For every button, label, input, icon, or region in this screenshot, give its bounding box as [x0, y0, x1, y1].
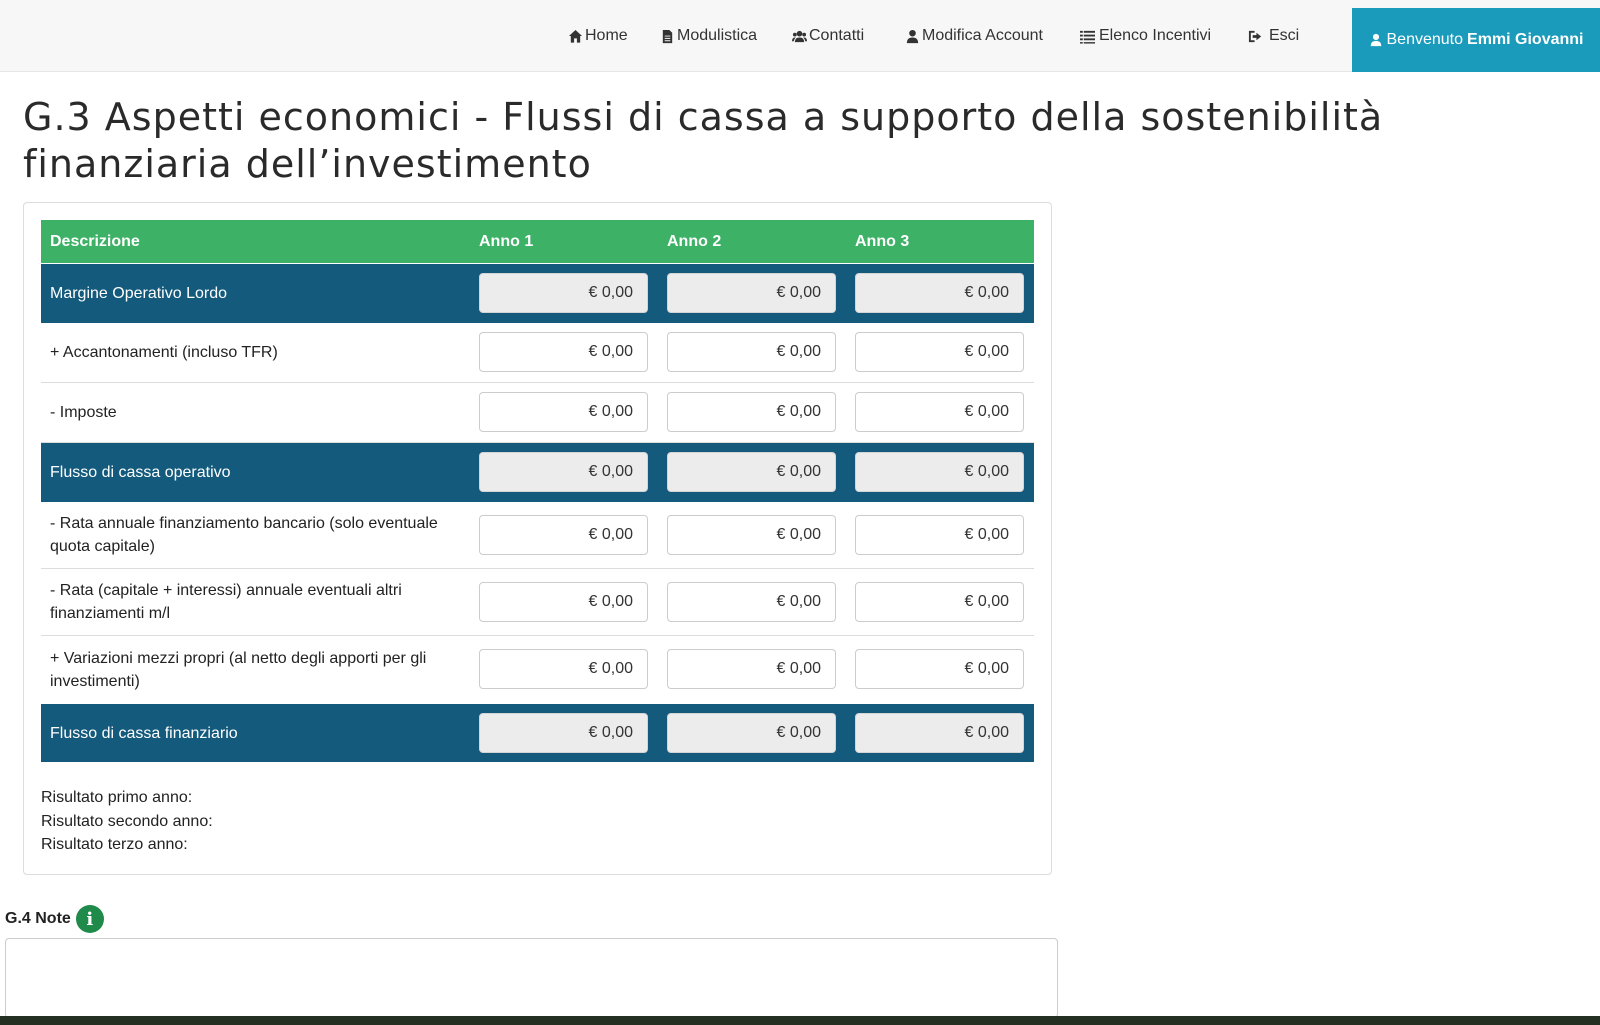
- nav-modifica-account[interactable]: Modifica Account: [905, 0, 1043, 72]
- table-row: - Rata (capitale + interessi) annuale ev…: [41, 569, 1034, 636]
- table-row: + Variazioni mezzi propri (al netto degl…: [41, 636, 1034, 703]
- amount-field-anno-2[interactable]: [667, 392, 836, 432]
- home-icon: [568, 29, 583, 43]
- row-label: Margine Operativo Lordo: [50, 285, 227, 302]
- sign-out-icon: [1248, 30, 1262, 42]
- nav-modulistica-label: Modulistica: [677, 27, 758, 44]
- table-row: Margine Operativo Lordo: [41, 264, 1034, 323]
- amount-field-anno-2[interactable]: [667, 332, 836, 372]
- amount-field-anno-3[interactable]: [855, 392, 1024, 432]
- result-third-year: Risultato terzo anno:: [41, 836, 188, 853]
- amount-field-anno-1[interactable]: [479, 273, 648, 313]
- amount-field-anno-2[interactable]: [667, 452, 836, 492]
- footer-background-strip: [0, 1016, 1600, 1025]
- users-icon: [792, 30, 807, 42]
- nav-contatti-label: Contatti: [809, 27, 865, 44]
- amount-field-anno-1[interactable]: [479, 392, 648, 432]
- nav-home-label: Home: [585, 27, 628, 44]
- welcome-prefix: Benvenuto: [1386, 31, 1464, 48]
- row-label: - Rata annuale finanziamento bancario (s…: [50, 515, 438, 555]
- notes-label-text: G.4 Note: [5, 910, 71, 927]
- amount-field-anno-3[interactable]: [855, 515, 1024, 555]
- table-row: Flusso di cassa finanziario: [41, 704, 1034, 762]
- nav-esci[interactable]: Esci: [1248, 0, 1299, 72]
- table-row: Flusso di cassa operativo: [41, 443, 1034, 502]
- amount-field-anno-3[interactable]: [855, 332, 1024, 372]
- notes-textarea[interactable]: [5, 938, 1058, 1018]
- list-icon: [1080, 30, 1095, 44]
- nav-modulistica[interactable]: Modulistica: [660, 0, 757, 72]
- column-header-descrizione: Descrizione: [50, 232, 140, 250]
- result-first-year: Risultato primo anno:: [41, 789, 193, 806]
- amount-field-anno-1[interactable]: [479, 713, 648, 753]
- nav-home[interactable]: Home: [568, 0, 628, 72]
- amount-field-anno-1[interactable]: [479, 332, 648, 372]
- result-second-year: Risultato secondo anno:: [41, 812, 213, 830]
- notes-label: G.4 Note i: [5, 905, 104, 933]
- column-header-anno-1: Anno 1: [479, 232, 534, 250]
- table-row: + Accantonamenti (incluso TFR): [41, 323, 1034, 383]
- info-icon[interactable]: i: [75, 905, 104, 933]
- table-row: - Rata annuale finanziamento bancario (s…: [41, 502, 1034, 569]
- user-icon: [1370, 33, 1381, 47]
- row-label: - Rata (capitale + interessi) annuale ev…: [50, 582, 402, 622]
- amount-field-anno-3[interactable]: [855, 452, 1024, 492]
- nav-modifica-account-label: Modifica Account: [922, 27, 1043, 44]
- amount-field-anno-2[interactable]: [667, 515, 836, 555]
- welcome-name: Emmi Giovanni: [1467, 31, 1584, 48]
- top-navbar: Home Modulistica Contatti Modifica Accou…: [0, 0, 1600, 72]
- table-header-row: Descrizione Anno 1 Anno 2 Anno 3: [41, 220, 1034, 263]
- file-icon: [662, 29, 673, 43]
- page-title: G.3 Aspetti economici - Flussi di cassa …: [23, 95, 1384, 186]
- nav-esci-label: Esci: [1269, 27, 1300, 44]
- user-icon: [906, 29, 919, 43]
- amount-field-anno-3[interactable]: [855, 582, 1024, 622]
- amount-field-anno-2[interactable]: [667, 273, 836, 313]
- column-header-anno-2: Anno 2: [667, 232, 722, 250]
- row-label: Flusso di cassa finanziario: [50, 724, 238, 742]
- amount-field-anno-3[interactable]: [855, 649, 1024, 689]
- amount-field-anno-3[interactable]: [855, 273, 1024, 313]
- amount-field-anno-1[interactable]: [479, 515, 648, 555]
- row-label: Flusso di cassa operativo: [50, 464, 231, 481]
- column-header-anno-3: Anno 3: [855, 232, 910, 250]
- amount-field-anno-1[interactable]: [479, 452, 648, 492]
- nav-contatti[interactable]: Contatti: [792, 0, 864, 72]
- nav-elenco-incentivi-label: Elenco Incentivi: [1099, 27, 1212, 44]
- amount-field-anno-1[interactable]: [479, 582, 648, 622]
- amount-field-anno-3[interactable]: [855, 713, 1024, 753]
- row-label: - Imposte: [50, 404, 117, 421]
- amount-field-anno-2[interactable]: [667, 649, 836, 689]
- results-summary: Risultato primo anno: Risultato secondo …: [41, 786, 213, 857]
- welcome-user-button[interactable]: Benvenuto Emmi Giovanni: [1352, 8, 1600, 72]
- amount-field-anno-2[interactable]: [667, 713, 836, 753]
- amount-field-anno-2[interactable]: [667, 582, 836, 622]
- nav-elenco-incentivi[interactable]: Elenco Incentivi: [1080, 0, 1211, 72]
- row-label: + Variazioni mezzi propri (al netto degl…: [50, 649, 427, 690]
- row-label: + Accantonamenti (incluso TFR): [50, 344, 278, 361]
- table-row: - Imposte: [41, 383, 1034, 443]
- amount-field-anno-1[interactable]: [479, 649, 648, 689]
